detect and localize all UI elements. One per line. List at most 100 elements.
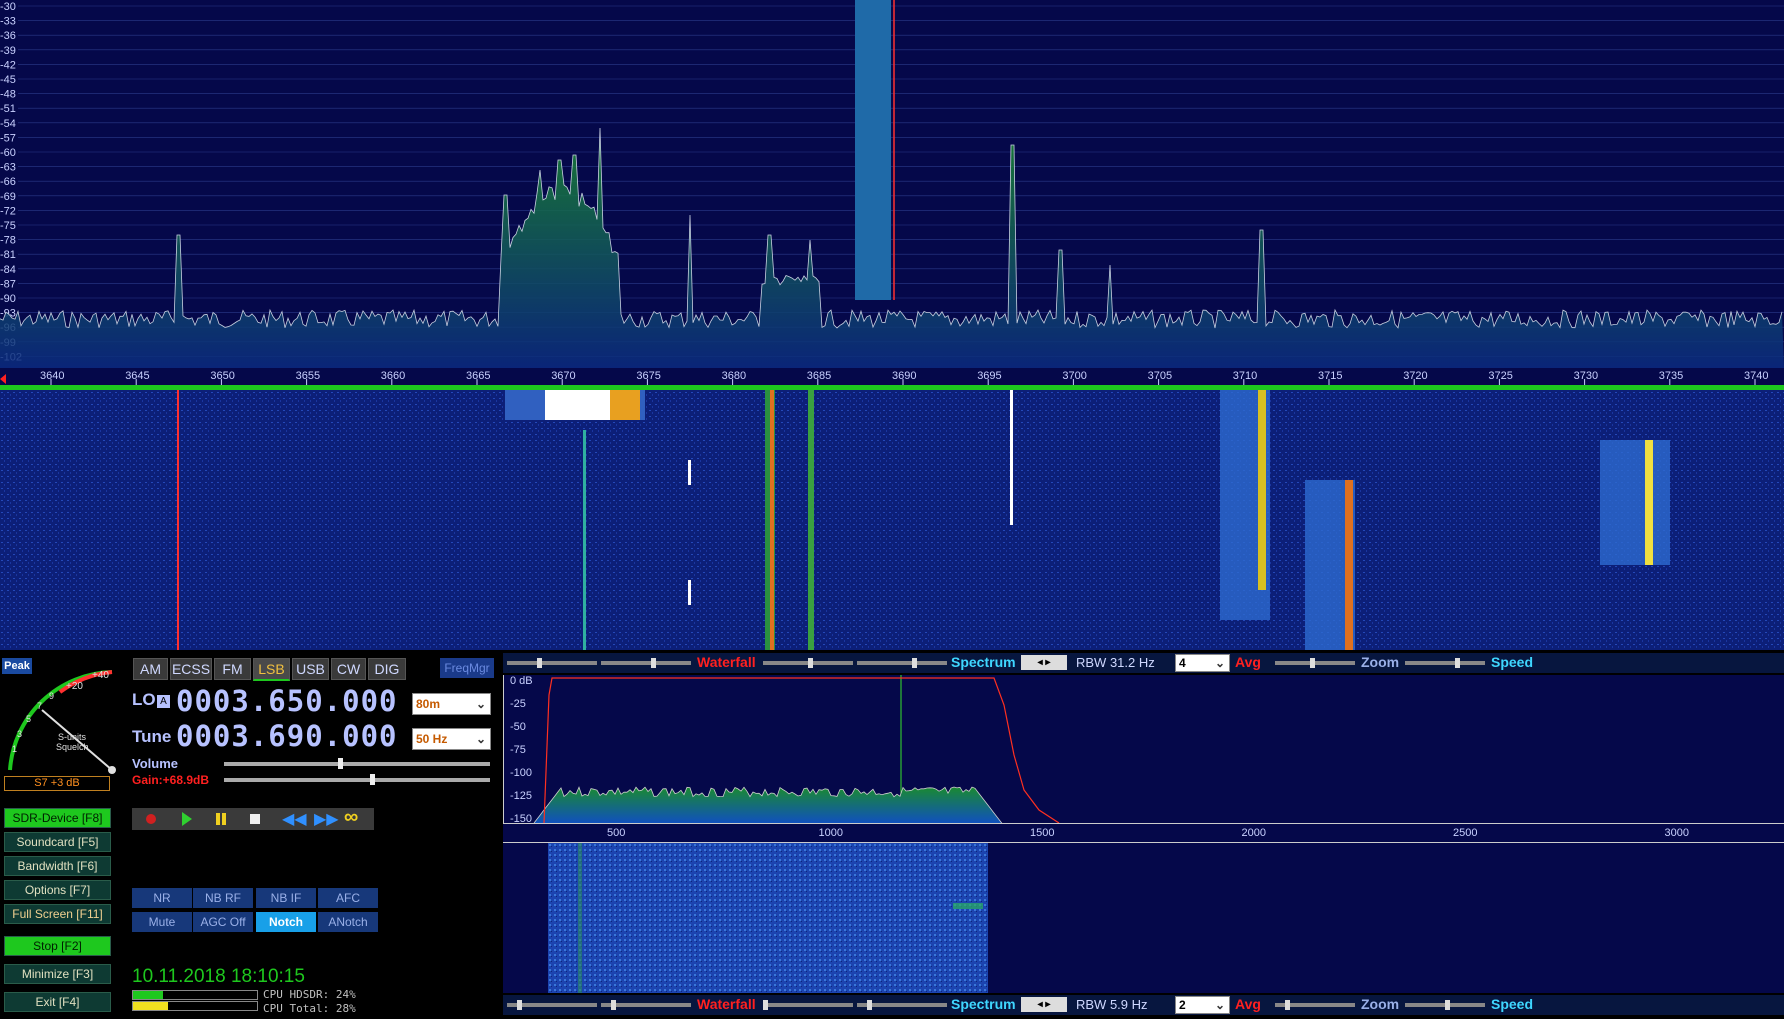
lo-frequency[interactable]: 0003.650.000 [176, 684, 398, 718]
mode-button-am[interactable]: AM [133, 658, 168, 680]
db-tick-label: -30 [0, 1, 16, 13]
volume-slider-thumb[interactable] [338, 758, 343, 769]
tune-step-select[interactable]: 50 Hz ⌄ [412, 728, 491, 750]
function-button-7[interactable]: Minimize [F3] [4, 964, 111, 984]
dsp-button-afc[interactable]: AFC [318, 888, 378, 908]
dsp-button-agc-off[interactable]: AGC Off [193, 912, 253, 932]
mode-button-usb[interactable]: USB [292, 658, 329, 680]
af-db-tick-label: 0 dB [510, 675, 533, 687]
waterfall-slider-3[interactable] [507, 1000, 597, 1010]
gain-slider-thumb[interactable] [370, 774, 375, 785]
rf-spectrum-display[interactable]: -30 -33 -36 -39 -42 -45 -48 -51 -54 -57 -60 -63 -66 -… [0, 0, 1784, 368]
svg-text:S-units: S-units [58, 732, 87, 742]
db-tick-label: -87 [0, 278, 16, 290]
af-waterfall-image [548, 843, 988, 993]
freq-tick-label: 3660 [381, 370, 405, 382]
freq-tick-label: 3655 [296, 370, 320, 382]
spectrum-slider-2[interactable] [857, 658, 947, 668]
freq-tick-label: 3740 [1744, 370, 1768, 382]
avg-value: 4 [1179, 656, 1186, 670]
zoom-slider[interactable] [1275, 1000, 1355, 1010]
af-db-tick-label: -100 [510, 767, 532, 779]
function-button-8[interactable]: Exit [F4] [4, 992, 111, 1012]
band-select[interactable]: 80m ⌄ [412, 693, 491, 715]
audio-toolbar-top: Waterfall Spectrum ◂ ▸ RBW 31.2 Hz 4 ⌄ Av… [503, 653, 1784, 673]
af-freq-tick-label: 2500 [1453, 827, 1477, 839]
af-db-tick-label: -75 [510, 744, 526, 756]
waterfall-label: Waterfall [697, 996, 756, 1012]
play-icon[interactable] [182, 812, 192, 826]
freq-tick-label: 3715 [1318, 370, 1342, 382]
function-button-1[interactable]: SDR-Device [F8] [4, 808, 111, 828]
mode-button-ecss[interactable]: ECSS [170, 658, 212, 680]
pause-icon[interactable] [216, 813, 226, 825]
stop-icon[interactable] [250, 814, 260, 824]
rewind-icon[interactable]: ◀◀ [282, 809, 307, 829]
dsp-button-nb-if[interactable]: NB IF [256, 888, 316, 908]
mode-button-fm[interactable]: FM [214, 658, 251, 680]
spectrum-scroll-arrows[interactable]: ◂ ▸ [1021, 655, 1067, 670]
function-button-6[interactable]: Stop [F2] [4, 936, 111, 956]
db-tick-label: -57 [0, 132, 16, 144]
waterfall-label: Waterfall [697, 654, 756, 670]
function-button-5[interactable]: Full Screen [F11] [4, 904, 111, 924]
af-waterfall-display[interactable] [503, 843, 1784, 993]
avg-label: Avg [1235, 654, 1261, 670]
gain-slider[interactable] [224, 774, 490, 785]
lo-badge[interactable]: A [157, 695, 170, 708]
avg-value: 2 [1179, 998, 1186, 1012]
waterfall-slider-2[interactable] [601, 658, 691, 668]
volume-slider[interactable] [224, 758, 490, 769]
avg-select[interactable]: 2 ⌄ [1175, 996, 1230, 1014]
spectrum-slider-1[interactable] [763, 658, 853, 668]
speed-label: Speed [1491, 654, 1534, 670]
af-freq-tick-label: 500 [607, 827, 625, 839]
spectrum-slider-4[interactable] [857, 1000, 947, 1010]
speed-slider[interactable] [1405, 1000, 1485, 1010]
cpu-hdsdr-bar [132, 990, 258, 1000]
rf-waterfall-display[interactable] [0, 390, 1784, 650]
chevron-down-icon: ⌄ [475, 697, 486, 711]
af-spectrum-display[interactable]: 0 dB -25 -50 -75 -100 -125 -150 [503, 675, 1784, 825]
mode-button-dig[interactable]: DIG [368, 658, 406, 680]
waterfall-slider-4[interactable] [601, 1000, 691, 1010]
db-tick-label: -60 [0, 147, 16, 159]
spectrum-slider-3[interactable] [763, 1000, 853, 1010]
speed-slider[interactable] [1405, 658, 1485, 668]
spectrum-scroll-arrows[interactable]: ◂ ▸ [1021, 997, 1067, 1012]
db-tick-label: -51 [0, 103, 16, 115]
waterfall-slider-1[interactable] [507, 658, 597, 668]
dsp-button-nb-rf[interactable]: NB RF [193, 888, 253, 908]
band-value: 80m [416, 697, 441, 711]
dsp-button-mute[interactable]: Mute [132, 912, 192, 932]
cpu-hdsdr-text: CPU HDSDR: 24% [263, 988, 356, 1001]
function-button-3[interactable]: Bandwidth [F6] [4, 856, 111, 876]
function-button-2[interactable]: Soundcard [F5] [4, 832, 111, 852]
fast-forward-icon[interactable]: ▶▶ [314, 809, 339, 829]
rf-frequency-scale[interactable]: 3640 3645 3650 3655 3660 3665 3670 3675 3680 3685… [0, 368, 1784, 390]
af-freq-tick-label: 1500 [1030, 827, 1054, 839]
dsp-button-notch[interactable]: Notch [256, 912, 316, 932]
freq-tick-label: 3675 [636, 370, 660, 382]
dsp-button-nr[interactable]: NR [132, 888, 192, 908]
freq-tick-label: 3665 [466, 370, 490, 382]
zoom-slider[interactable] [1275, 658, 1355, 668]
rf-waterfall-image [0, 390, 1784, 650]
freqmgr-button[interactable]: FreqMgr [440, 658, 494, 678]
tune-frequency[interactable]: 0003.690.000 [176, 719, 398, 753]
db-tick-label: -45 [0, 74, 16, 86]
lo-label: LO [132, 690, 156, 709]
rf-spectrum-plot[interactable]: -30 -33 -36 -39 -42 -45 -48 -51 -54 -57 -60 -63 -66 -… [0, 0, 1784, 368]
af-frequency-scale[interactable]: 5001000150020002500300035004000450050005… [503, 823, 1784, 843]
dsp-button-anotch[interactable]: ANotch [318, 912, 378, 932]
avg-select[interactable]: 4 ⌄ [1175, 654, 1230, 672]
mode-button-cw[interactable]: CW [331, 658, 366, 680]
datetime: 10.11.2018 18:10:15 [132, 966, 305, 987]
function-button-4[interactable]: Options [F7] [4, 880, 111, 900]
freq-tick-label: 3705 [1148, 370, 1172, 382]
mode-button-lsb[interactable]: LSB [253, 658, 290, 681]
loop-icon[interactable]: ∞ [344, 806, 358, 829]
record-icon[interactable] [146, 814, 156, 824]
svg-text:+40: +40 [92, 670, 109, 681]
freq-tick-label: 3730 [1574, 370, 1598, 382]
